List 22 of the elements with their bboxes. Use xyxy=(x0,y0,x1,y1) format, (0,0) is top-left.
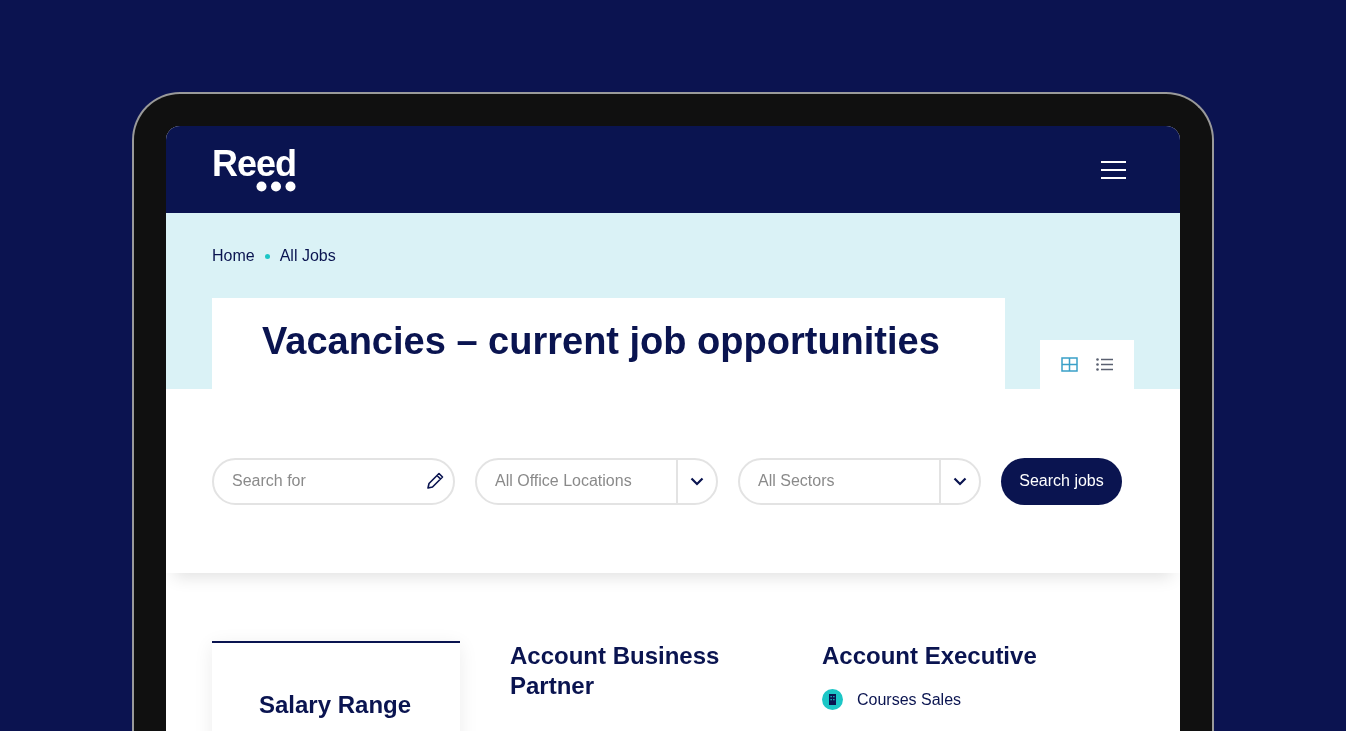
breadcrumb-link[interactable]: All Jobs xyxy=(279,247,336,265)
location-dropdown[interactable]: All Office Locations xyxy=(475,457,718,505)
pencil-icon xyxy=(425,470,445,491)
job-department: Courses Sales xyxy=(857,690,962,709)
job-title[interactable]: Account Executive xyxy=(822,641,1052,671)
view-toggle[interactable] xyxy=(1059,355,1080,374)
chevron-down-icon xyxy=(953,476,967,486)
view-toggle[interactable] xyxy=(1094,356,1115,373)
search-field[interactable]: Search for xyxy=(212,457,455,505)
filter-heading: Salary Range xyxy=(259,691,413,719)
chevron-down-icon xyxy=(690,476,704,486)
page-title: Vacancies – current job opportunities xyxy=(212,298,1005,389)
menu-icon[interactable] xyxy=(1101,160,1126,179)
separator-dot xyxy=(264,253,270,259)
grid-icon xyxy=(1061,357,1078,372)
breadcrumb-link[interactable]: Home xyxy=(212,247,255,265)
sector-dropdown[interactable]: All Sectors xyxy=(738,457,981,505)
list-icon xyxy=(1096,358,1113,371)
building-icon xyxy=(822,689,843,710)
job-title[interactable]: Account Business Partner xyxy=(510,641,740,701)
search-button[interactable]: Search jobs xyxy=(1001,457,1122,505)
logo[interactable]: Reed xyxy=(212,147,297,192)
